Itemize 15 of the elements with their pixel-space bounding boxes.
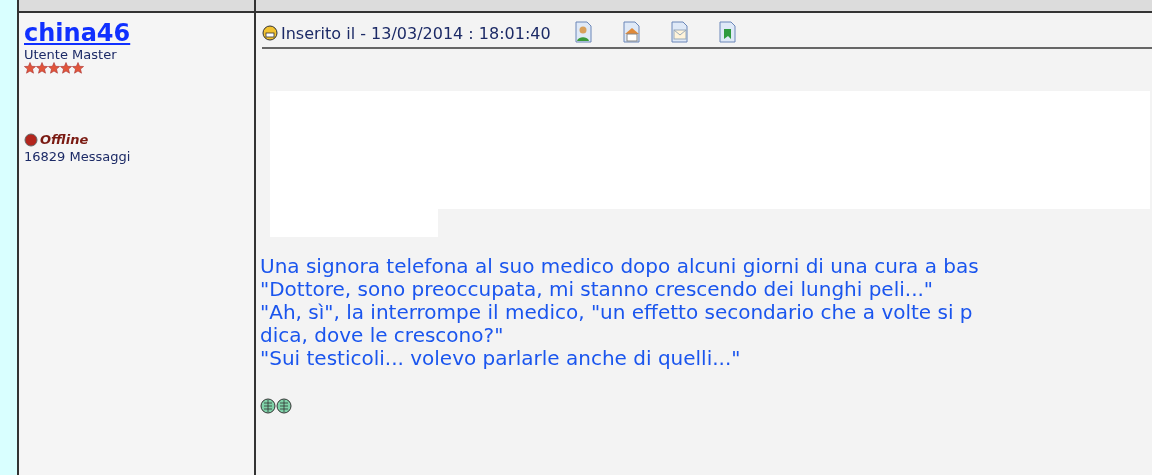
profile-icon[interactable] [572, 21, 595, 45]
status-dot-icon [24, 132, 38, 147]
message-line: Una signora telefona al suo medico dopo alcuni giorni di una cura a bas [260, 255, 979, 278]
post-date: Inserito il - 13/03/2014 : 18:01:40 [281, 23, 551, 43]
message-line: "Sui testicoli... volevo parlarle anche di quelli..." [260, 347, 741, 370]
post-count: 16829 Messaggi [24, 149, 132, 164]
username-link[interactable]: china46 [24, 19, 131, 47]
message-line: "Ah, sì", la interrompe il medico, "un effetto secondario che a volte si p [260, 301, 973, 324]
status-label: Offline [40, 132, 89, 147]
mail-icon[interactable] [668, 21, 691, 45]
quote-icon[interactable] [716, 21, 739, 45]
home-icon[interactable] [620, 21, 643, 45]
user-rank: Utente Master [24, 47, 118, 62]
message-line: dica, dove le crescono?" [260, 324, 504, 347]
message-line: "Dottore, sono preoccupata, mi stanno crescendo dei lunghi peli..." [260, 278, 934, 301]
